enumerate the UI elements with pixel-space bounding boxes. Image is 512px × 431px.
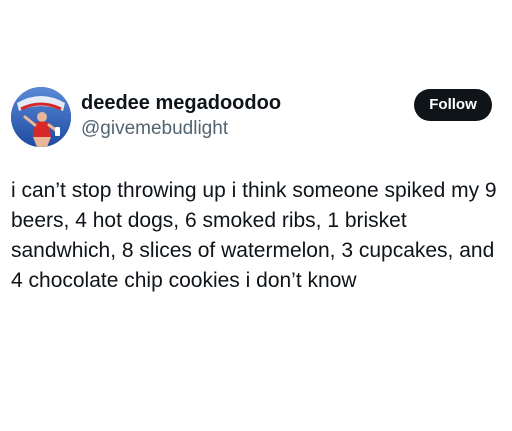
author-handle[interactable]: @givemebudlight xyxy=(81,118,228,140)
tweet-card: deedee megadoodoo @givemebudlight Follow… xyxy=(0,0,512,431)
avatar[interactable] xyxy=(11,87,71,147)
follow-button[interactable]: Follow xyxy=(414,89,492,121)
tweet-text: i can’t stop throwing up i think someone… xyxy=(11,179,497,292)
author-display-name[interactable]: deedee megadoodoo xyxy=(81,92,281,115)
bud-light-avatar-icon xyxy=(11,87,71,147)
